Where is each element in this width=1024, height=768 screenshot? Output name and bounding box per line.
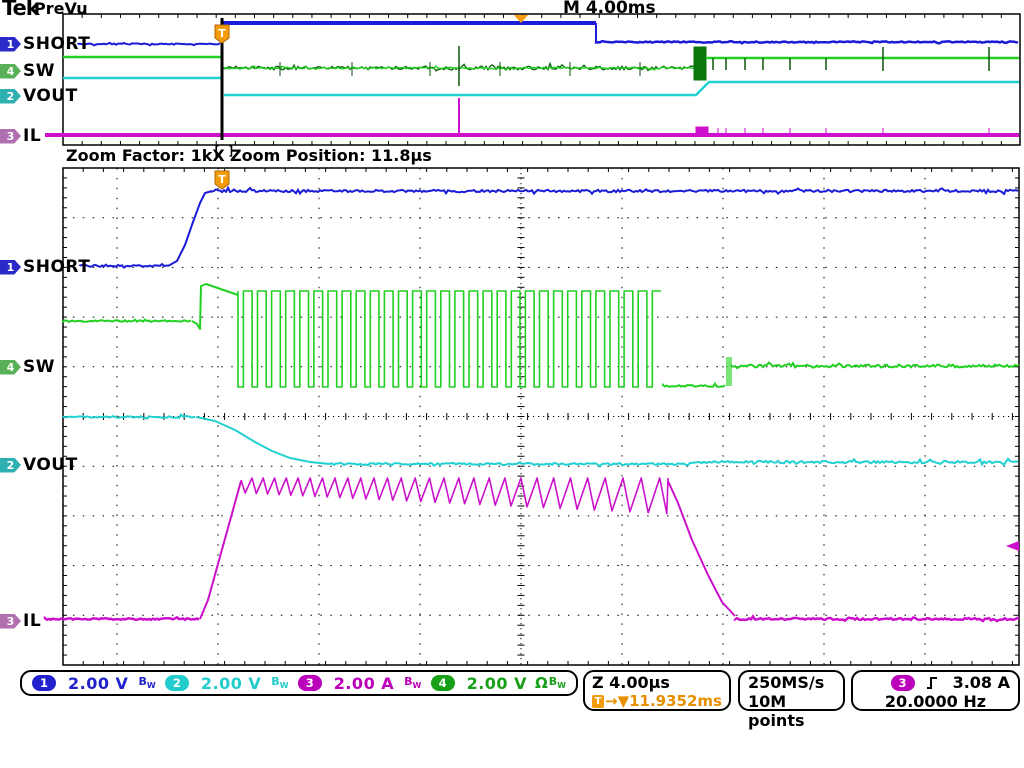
ch2-scale: 2.00 V [201, 674, 261, 693]
main-label-ch1: 1 SHORT [0, 258, 90, 276]
ch1-name: SHORT [23, 34, 90, 54]
ch1-name: SHORT [23, 257, 90, 277]
overview-label-ch3: 3 IL [0, 127, 41, 145]
zoom-scale-readout: Z 4.00µs [592, 673, 722, 692]
ch2-badge-icon[interactable]: 2 [165, 675, 189, 691]
zoom-factor-readout: Zoom Factor: 1kX [66, 146, 225, 165]
ch3-scale: 2.00 A [334, 674, 394, 693]
ch3-badge-icon: 3 [0, 129, 21, 144]
ch4-scale: 2.00 V [467, 674, 527, 693]
sample-rate: 250MS/s [748, 673, 835, 692]
zoom-position-readout: Zoom Position: 11.8µs [230, 146, 432, 165]
overview-label-ch4: 4 SW [0, 62, 55, 80]
ch1-readout[interactable]: 1 2.00 V BW [32, 674, 156, 693]
ch2-name: VOUT [23, 86, 78, 106]
trigger-level: 3.08 A [953, 673, 1010, 692]
ch4-readout[interactable]: 4 2.00 V Ω BW [431, 674, 566, 693]
delay-arrows-icon: →▼ [605, 692, 629, 710]
ch3-bandwidth-icon: BW [404, 675, 421, 690]
delay-value: 11.9352ms [629, 692, 722, 710]
zoom-timebase-box[interactable]: Z 4.00µs T→▼11.9352ms [583, 670, 731, 711]
ch3-readout[interactable]: 3 2.00 A BW [298, 674, 422, 693]
ch2-name: VOUT [23, 455, 78, 475]
ch2-bandwidth-icon: BW [271, 675, 288, 690]
ch4-ohm-coupling: Ω [535, 674, 548, 692]
ch3-badge-icon[interactable]: 3 [298, 675, 322, 691]
svg-text:T: T [218, 27, 226, 40]
ch1-badge-icon[interactable]: 1 [32, 675, 56, 691]
trigger-frequency: 20.0000 Hz [861, 692, 1010, 711]
zoom-info-bar: Zoom Factor: 1kX Zoom Position: 11.8µs [0, 146, 1024, 167]
record-length: 10M points [748, 692, 835, 730]
main-label-ch3: 3 IL [0, 612, 41, 630]
ch4-name: SW [23, 61, 55, 81]
rising-edge-icon [925, 675, 939, 691]
ch4-badge-icon: 4 [0, 64, 21, 79]
overview-label-ch2: 2 VOUT [0, 87, 78, 105]
overview-label-ch1: 1 SHORT [0, 35, 90, 53]
ch1-badge-icon: 1 [0, 37, 21, 52]
trigger-t-icon: T [592, 695, 604, 708]
acquisition-box[interactable]: 250MS/s 10M points [738, 670, 845, 711]
ch3-name: IL [23, 611, 41, 631]
zoom-position-delay-readout: T→▼11.9352ms [592, 692, 722, 710]
svg-text:T: T [218, 173, 226, 186]
main-label-ch2: 2 VOUT [0, 456, 78, 474]
ch4-badge-icon[interactable]: 4 [431, 675, 455, 691]
ch1-scale: 2.00 V [68, 674, 128, 693]
ch2-readout[interactable]: 2 2.00 V BW [165, 674, 289, 693]
oscilloscope-screen: Tek PreVu M 4.00ms T[ ]T 1 SHORT 4 SW 2 … [0, 0, 1024, 768]
ch2-badge-icon: 2 [0, 458, 21, 473]
main-label-ch4: 4 SW [0, 358, 55, 376]
ch4-bandwidth-icon: BW [549, 675, 566, 690]
waveform-display-svg: T[ ]T [0, 0, 1024, 768]
trigger-source-badge[interactable]: 3 [891, 675, 915, 691]
trigger-box[interactable]: 3 3.08 A 20.0000 Hz [851, 670, 1020, 711]
ch3-badge-icon: 3 [0, 614, 21, 629]
ch1-bandwidth-icon: BW [138, 675, 155, 690]
ch2-badge-icon: 2 [0, 89, 21, 104]
ch3-name: IL [23, 126, 41, 146]
ch1-badge-icon: 1 [0, 260, 21, 275]
ch4-badge-icon: 4 [0, 360, 21, 375]
channel-readouts-box[interactable]: 1 2.00 V BW 2 2.00 V BW 3 2.00 A BW 4 2.… [20, 670, 578, 696]
ch4-name: SW [23, 357, 55, 377]
